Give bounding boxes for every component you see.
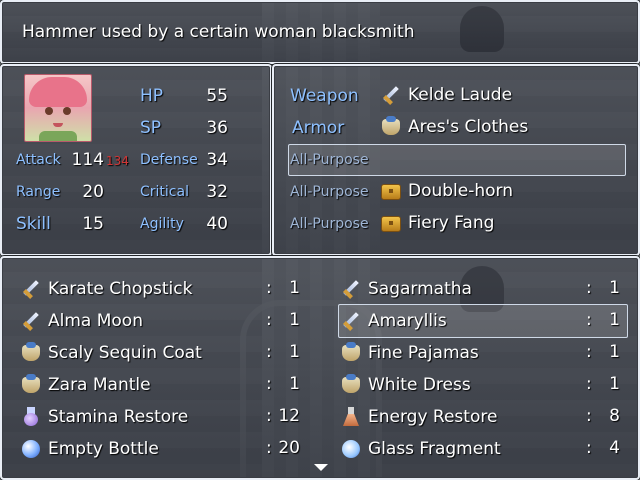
item-count: 1 xyxy=(289,310,300,330)
critical-value: 32 xyxy=(206,182,228,202)
armor-icon xyxy=(340,342,362,364)
item-count: 12 xyxy=(278,406,300,426)
equip-item-name: Ares's Clothes xyxy=(408,117,529,137)
item-name: Zara Mantle xyxy=(48,375,151,395)
range-label: Range xyxy=(16,184,61,200)
attack-value: 114 xyxy=(71,150,104,170)
agility-value: 40 xyxy=(206,214,228,234)
item-name: White Dress xyxy=(368,375,471,395)
equipment-window: Weapon Kelde Laude Armor Ares's Clothes … xyxy=(272,64,640,256)
sword-icon xyxy=(340,278,362,300)
list-item[interactable]: Sagarmatha xyxy=(340,274,472,304)
item-name: Karate Chopstick xyxy=(48,279,193,299)
list-item[interactable]: Karate Chopstick xyxy=(20,274,192,304)
sword-icon xyxy=(340,310,362,332)
list-item[interactable]: Energy Restore xyxy=(340,402,497,432)
range-value: 20 xyxy=(82,182,104,202)
chest-icon xyxy=(380,212,402,234)
list-item[interactable]: Stamina Restore xyxy=(20,402,188,432)
status-window: HP 55 SP 36 Attack 114 134 Defense 34 Ra… xyxy=(0,64,272,256)
shard-icon xyxy=(340,438,362,460)
item-count: 8 xyxy=(609,406,620,426)
item-name: Scaly Sequin Coat xyxy=(48,343,202,363)
item-count: 1 xyxy=(609,278,620,298)
sp-label: SP xyxy=(140,118,162,138)
sword-icon xyxy=(380,84,402,106)
equip-slot-weapon[interactable]: Kelde Laude xyxy=(380,84,512,106)
list-item[interactable]: Glass Fragment xyxy=(340,434,501,464)
equip-slot-armor[interactable]: Ares's Clothes xyxy=(380,116,528,138)
list-item[interactable]: Scaly Sequin Coat xyxy=(20,338,202,368)
item-description: Hammer used by a certain woman blacksmit… xyxy=(22,22,415,42)
item-name: Energy Restore xyxy=(368,407,498,427)
defense-value: 34 xyxy=(206,150,228,170)
item-count: 1 xyxy=(289,374,300,394)
item-count: 1 xyxy=(289,342,300,362)
hp-label: HP xyxy=(140,86,164,106)
item-name: Fine Pajamas xyxy=(368,343,479,363)
orb-icon xyxy=(20,438,42,460)
item-count: 1 xyxy=(609,342,620,362)
item-count: 20 xyxy=(278,438,300,458)
list-item[interactable]: Fine Pajamas xyxy=(340,338,479,368)
armor-icon xyxy=(340,374,362,396)
sword-icon xyxy=(20,278,42,300)
inventory-window: Karate Chopstick Alma Moon Scaly Sequin … xyxy=(0,256,640,480)
equip-slot-label[interactable]: Armor xyxy=(292,118,344,138)
armor-icon xyxy=(20,342,42,364)
item-name: Alma Moon xyxy=(48,311,143,331)
scroll-down-icon[interactable] xyxy=(314,464,328,471)
attack-new-value: 134 xyxy=(106,154,129,168)
agility-label: Agility xyxy=(140,216,184,232)
item-count: 1 xyxy=(289,278,300,298)
equip-item-name: Kelde Laude xyxy=(408,85,513,105)
skill-label: Skill xyxy=(16,214,51,234)
armor-icon xyxy=(380,116,402,138)
flask-icon xyxy=(340,406,362,428)
item-count: 4 xyxy=(609,438,620,458)
equip-slot-label[interactable]: All-Purpose xyxy=(290,216,369,232)
potion-icon xyxy=(20,406,42,428)
item-name: Empty Bottle xyxy=(48,439,159,459)
character-portrait xyxy=(24,74,92,142)
skill-value: 15 xyxy=(82,214,104,234)
hp-value: 55 xyxy=(206,86,228,106)
item-name: Stamina Restore xyxy=(48,407,189,427)
help-window: Hammer used by a certain woman blacksmit… xyxy=(0,0,640,64)
item-name: Amaryllis xyxy=(368,311,447,331)
equip-slot-label[interactable]: All-Purpose xyxy=(290,152,369,168)
list-item[interactable]: White Dress xyxy=(340,370,471,400)
list-item[interactable]: Amaryllis xyxy=(340,306,447,336)
equip-slot-accessory[interactable]: Double-horn xyxy=(380,180,513,202)
list-item[interactable]: Zara Mantle xyxy=(20,370,151,400)
list-item[interactable]: Alma Moon xyxy=(20,306,143,336)
armor-icon xyxy=(20,374,42,396)
list-item[interactable]: Empty Bottle xyxy=(20,434,159,464)
chest-icon xyxy=(380,180,402,202)
equip-slot-label[interactable]: All-Purpose xyxy=(290,184,369,200)
attack-label: Attack xyxy=(16,152,61,168)
equip-slot-accessory[interactable]: Fiery Fang xyxy=(380,212,494,234)
equip-item-name: Fiery Fang xyxy=(408,213,495,233)
equip-item-name: Double-horn xyxy=(408,181,514,201)
equip-slot-label[interactable]: Weapon xyxy=(290,86,359,106)
sword-icon xyxy=(20,310,42,332)
item-count: 1 xyxy=(609,310,620,330)
sp-value: 36 xyxy=(206,118,228,138)
critical-label: Critical xyxy=(140,184,189,200)
item-name: Glass Fragment xyxy=(368,439,501,459)
item-name: Sagarmatha xyxy=(368,279,472,299)
defense-label: Defense xyxy=(140,152,198,168)
item-count: 1 xyxy=(609,374,620,394)
